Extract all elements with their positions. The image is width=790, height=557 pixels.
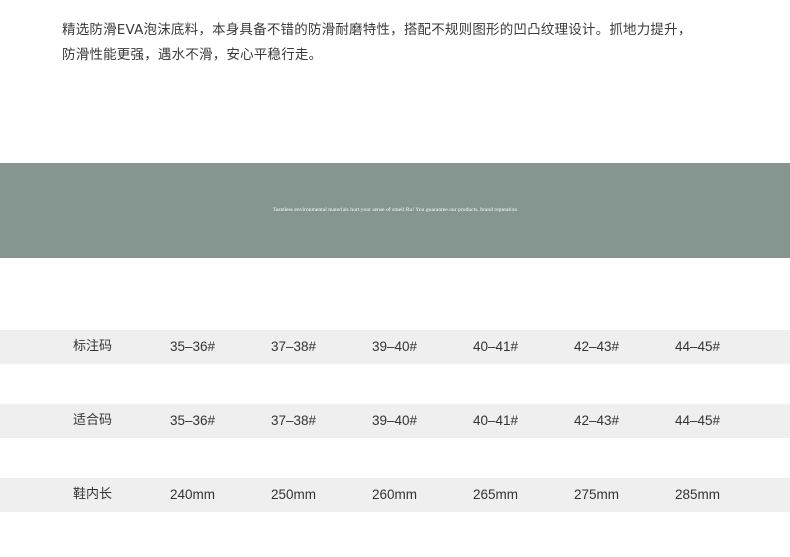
size-cell: 39–40# [372, 413, 418, 428]
size-cell: 37–38# [271, 413, 317, 428]
size-cell: 265mm [473, 487, 519, 502]
size-cell: 44–45# [675, 413, 721, 428]
size-cell: 35–36# [170, 339, 216, 354]
row-label: 标注码 [73, 339, 113, 354]
size-cell: 40–41# [473, 339, 519, 354]
size-cell: 39–40# [372, 339, 418, 354]
size-cell: 285mm [675, 487, 721, 502]
description-line-1: 精选防滑EVA泡沫底料，本身具备不错的防滑耐磨特性，搭配不规则图形的凹凸纹理设计… [62, 22, 692, 38]
slogan-banner: Tasteless environmental materials hurt y… [0, 163, 790, 258]
size-cell: 37–38# [271, 339, 317, 354]
description-line-2: 防滑性能更强，遇水不滑，安心平稳行走。 [62, 47, 323, 63]
size-row-fit: 适合码 35–36# 37–38# 39–40# 40–41# 42–43# 4… [0, 404, 790, 438]
size-cell: 44–45# [675, 339, 721, 354]
size-cell: 42–43# [574, 413, 620, 428]
size-cell: 35–36# [170, 413, 216, 428]
size-cell: 260mm [372, 487, 418, 502]
size-cell: 275mm [574, 487, 620, 502]
size-row-inner-length: 鞋内长 240mm 250mm 260mm 265mm 275mm 285mm [0, 478, 790, 512]
size-row-marked: 标注码 35–36# 37–38# 39–40# 40–41# 42–43# 4… [0, 330, 790, 364]
banner-slogan: Tasteless environmental materials hurt y… [272, 207, 518, 213]
row-label: 适合码 [73, 413, 113, 428]
row-label: 鞋内长 [73, 487, 113, 502]
size-cell: 42–43# [574, 339, 620, 354]
product-description: 精选防滑EVA泡沫底料，本身具备不错的防滑耐磨特性，搭配不规则图形的凹凸纹理设计… [62, 18, 752, 68]
size-cell: 240mm [170, 487, 216, 502]
size-cell: 40–41# [473, 413, 519, 428]
size-cell: 250mm [271, 487, 317, 502]
